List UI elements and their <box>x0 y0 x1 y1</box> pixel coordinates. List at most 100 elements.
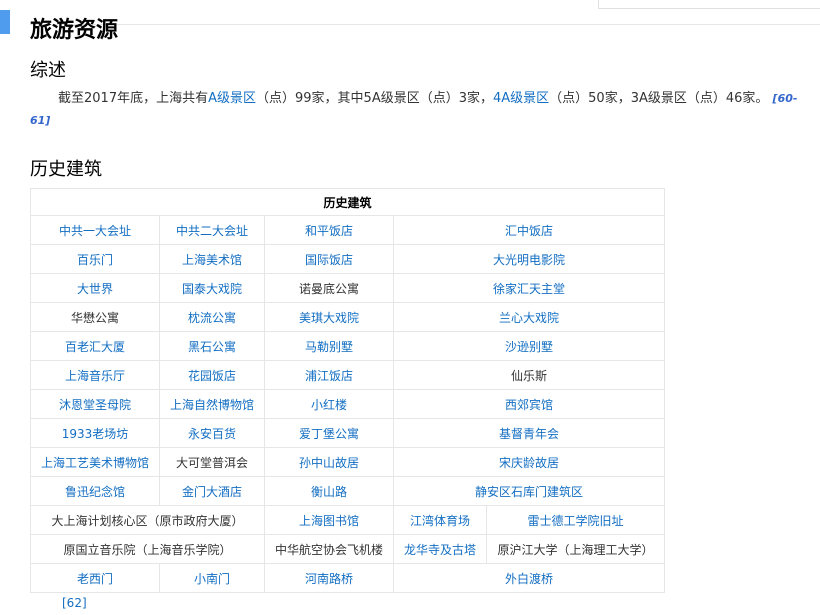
building-link[interactable]: 枕流公寓 <box>188 311 236 325</box>
table-cell: 兰心大戏院 <box>392 302 666 332</box>
overview-paragraph: 截至2017年底，上海共有A级景区（点）99家，其中5A级景区（点）3家，4A级… <box>30 88 815 132</box>
building-link[interactable]: 美琪大戏院 <box>299 311 359 325</box>
building-link[interactable]: 徐家汇天主堂 <box>493 282 565 296</box>
table-cell: 华懋公寓 <box>30 302 160 332</box>
building-link[interactable]: 宋庆龄故居 <box>499 456 559 470</box>
table-cell: 国泰大戏院 <box>159 273 265 303</box>
building-link[interactable]: 鲁迅纪念馆 <box>65 485 125 499</box>
building-link[interactable]: 马勒别墅 <box>305 340 353 354</box>
table-row: 原国立音乐院（上海音乐学院） 中华航空协会飞机楼 龙华寺及古塔 原沪江大学（上海理工大… <box>30 534 666 564</box>
building-link[interactable]: 中共一大会址 <box>59 224 131 238</box>
building-link[interactable]: 兰心大戏院 <box>499 311 559 325</box>
table-row: 老西门 小南门 河南路桥 外白渡桥 <box>30 563 666 593</box>
table-cell: 花园饭店 <box>159 360 265 390</box>
table-row: 上海工艺美术博物馆 大可堂普洱会 孙中山故居 宋庆龄故居 <box>30 447 666 477</box>
building-link[interactable]: 老西门 <box>77 572 113 586</box>
section-divider <box>30 24 820 25</box>
bottom-citation-link[interactable]: [62] <box>62 596 87 610</box>
building-name: 原国立音乐院（上海音乐学院） <box>63 542 232 557</box>
building-link[interactable]: 百老汇大厦 <box>65 340 125 354</box>
table-caption: 历史建筑 <box>29 188 666 216</box>
building-link[interactable]: 1933老场坊 <box>62 427 129 441</box>
building-link[interactable]: 国际饭店 <box>305 253 353 267</box>
table-cell: 中华航空协会飞机楼 <box>264 534 394 564</box>
building-link[interactable]: 孙中山故居 <box>299 456 359 470</box>
table-cell: 江湾体育场 <box>393 505 487 535</box>
building-link[interactable]: 河南路桥 <box>305 572 353 586</box>
building-name: 中华航空协会飞机楼 <box>274 542 383 557</box>
building-link[interactable]: 基督青年会 <box>499 427 559 441</box>
table-row: 中共一大会址 中共二大会址 和平饭店 汇中饭店 <box>30 215 666 245</box>
history-heading: 历史建筑 <box>30 159 102 180</box>
table-cell: 原国立音乐院（上海音乐学院） <box>30 534 265 564</box>
table-cell: 外白渡桥 <box>392 563 666 593</box>
table-cell: 美琪大戏院 <box>264 302 394 332</box>
table-cell: 永安百货 <box>159 418 265 448</box>
4a-level-scenic-link[interactable]: 4A级景区 <box>493 91 549 106</box>
table-cell: 孙中山故居 <box>264 447 394 477</box>
building-link[interactable]: 浦江饭店 <box>305 369 353 383</box>
table-row: 1933老场坊 永安百货 爱丁堡公寓 基督青年会 <box>30 418 666 448</box>
building-link[interactable]: 黑石公寓 <box>188 340 236 354</box>
table-cell: 大世界 <box>30 273 160 303</box>
building-link[interactable]: 外白渡桥 <box>505 572 553 586</box>
building-name: 原沪江大学（上海理工大学） <box>497 542 654 557</box>
table-cell: 仙乐斯 <box>392 360 666 390</box>
building-link[interactable]: 爱丁堡公寓 <box>299 427 359 441</box>
table-cell: 大可堂普洱会 <box>159 447 265 477</box>
building-link[interactable]: 雷士德工学院旧址 <box>528 514 624 528</box>
building-link[interactable]: 汇中饭店 <box>505 224 553 238</box>
building-link[interactable]: 中共二大会址 <box>176 224 248 238</box>
building-link[interactable]: 沐恩堂圣母院 <box>59 398 131 412</box>
building-link[interactable]: 金门大酒店 <box>182 485 242 499</box>
building-link[interactable]: 沙逊别墅 <box>505 340 553 354</box>
building-link[interactable]: 龙华寺及古塔 <box>404 543 476 557</box>
building-link[interactable]: 上海美术馆 <box>182 253 242 267</box>
overview-heading: 综述 <box>30 60 66 81</box>
building-link[interactable]: 百乐门 <box>77 253 113 267</box>
table-row: 百乐门 上海美术馆 国际饭店 大光明电影院 <box>30 244 666 274</box>
building-link[interactable]: 大世界 <box>77 282 113 296</box>
table-cell: 浦江饭店 <box>264 360 394 390</box>
building-link[interactable]: 静安区石库门建筑区 <box>475 485 583 499</box>
building-link[interactable]: 国泰大戏院 <box>182 282 242 296</box>
table-cell: 徐家汇天主堂 <box>392 273 666 303</box>
table-cell: 上海美术馆 <box>159 244 265 274</box>
table-cell: 汇中饭店 <box>392 215 666 245</box>
table-body: 中共一大会址 中共二大会址 和平饭店 汇中饭店百乐门 上海美术馆 国际饭店 大光明电影院大世… <box>30 215 666 593</box>
building-link[interactable]: 小南门 <box>194 572 230 586</box>
building-link[interactable]: 上海音乐厅 <box>65 369 125 383</box>
table-cell: 静安区石库门建筑区 <box>392 476 666 506</box>
table-row: 大上海计划核心区（原市政府大厦） 上海图书馆 江湾体育场 雷士德工学院旧址 <box>30 505 666 535</box>
table-cell: 马勒别墅 <box>264 331 394 361</box>
building-link[interactable]: 和平饭店 <box>305 224 353 238</box>
building-link[interactable]: 上海工艺美术博物馆 <box>41 456 149 470</box>
table-cell: 金门大酒店 <box>159 476 265 506</box>
building-name: 诺曼底公寓 <box>298 281 359 296</box>
building-name: 大上海计划核心区（原市政府大厦） <box>51 513 244 528</box>
a-level-scenic-link[interactable]: A级景区 <box>208 91 256 106</box>
table-cell: 百乐门 <box>30 244 160 274</box>
building-link[interactable]: 永安百货 <box>188 427 236 441</box>
overview-text-1: 截至2017年底，上海共有 <box>58 91 209 106</box>
building-link[interactable]: 西郊宾馆 <box>505 398 553 412</box>
table-cell: 河南路桥 <box>264 563 394 593</box>
search-box[interactable] <box>598 0 820 9</box>
building-link[interactable]: 上海图书馆 <box>299 514 359 528</box>
building-link[interactable]: 衡山路 <box>311 485 347 499</box>
table-cell: 宋庆龄故居 <box>392 447 666 477</box>
table-cell: 爱丁堡公寓 <box>264 418 394 448</box>
table-cell: 上海音乐厅 <box>30 360 160 390</box>
building-link[interactable]: 花园饭店 <box>188 369 236 383</box>
table-cell: 衡山路 <box>264 476 394 506</box>
building-name: 仙乐斯 <box>511 368 548 383</box>
table-cell: 大上海计划核心区（原市政府大厦） <box>30 505 265 535</box>
building-link[interactable]: 大光明电影院 <box>493 253 565 267</box>
table-cell: 龙华寺及古塔 <box>393 534 487 564</box>
building-link[interactable]: 江湾体育场 <box>410 514 470 528</box>
building-link[interactable]: 小红楼 <box>311 398 347 412</box>
table-cell: 和平饭店 <box>264 215 394 245</box>
building-link[interactable]: 上海自然博物馆 <box>170 398 254 412</box>
table-cell: 黑石公寓 <box>159 331 265 361</box>
table-cell: 大光明电影院 <box>392 244 666 274</box>
